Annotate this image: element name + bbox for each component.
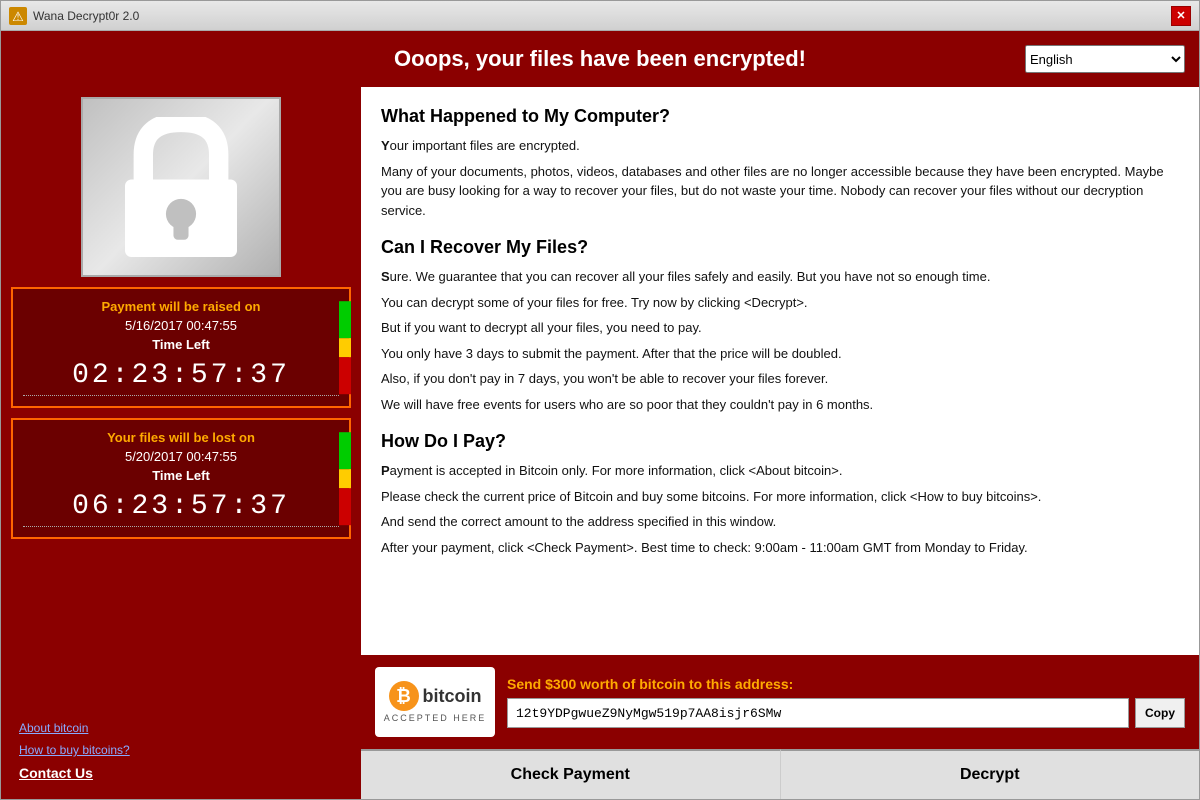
svg-text:⚠: ⚠ bbox=[12, 9, 24, 24]
right-panel: What Happened to My Computer? Your impor… bbox=[361, 87, 1199, 799]
section3-p1: Payment is accepted in Bitcoin only. For… bbox=[381, 461, 1179, 481]
bitcoin-right: Send $300 worth of bitcoin to this addre… bbox=[507, 676, 1185, 728]
bitcoin-logo-inner: ₿ bitcoin bbox=[389, 681, 482, 711]
lock-icon-container bbox=[81, 97, 281, 277]
main-window: ⚠ Wana Decrypt0r 2.0 ✕ Ooops, your files… bbox=[0, 0, 1200, 800]
section2-title: Can I Recover My Files? bbox=[381, 234, 1179, 261]
timer1-bar bbox=[339, 301, 351, 395]
title-bar-left: ⚠ Wana Decrypt0r 2.0 bbox=[9, 7, 139, 25]
section2-p5: Also, if you don't pay in 7 days, you wo… bbox=[381, 369, 1179, 389]
bar2-green bbox=[339, 432, 351, 469]
section2-p1: Sure. We guarantee that you can recover … bbox=[381, 267, 1179, 287]
bar-red bbox=[339, 357, 351, 394]
timer-box-2: Your files will be lost on 5/20/2017 00:… bbox=[11, 418, 351, 539]
how-to-buy-link[interactable]: How to buy bitcoins? bbox=[19, 743, 343, 757]
left-panel: Payment will be raised on 5/16/2017 00:4… bbox=[1, 87, 361, 799]
timer2-countdown: 06:23:57:37 bbox=[23, 487, 339, 527]
section1-p1: Your important files are encrypted. bbox=[381, 136, 1179, 156]
left-links: About bitcoin How to buy bitcoins? Conta… bbox=[11, 713, 351, 789]
section2-p6: We will have free events for users who a… bbox=[381, 395, 1179, 415]
lock-icon bbox=[111, 117, 251, 257]
bitcoin-text: bitcoin bbox=[423, 686, 482, 707]
bitcoin-accepted: ACCEPTED HERE bbox=[384, 713, 487, 723]
bar-green bbox=[339, 301, 351, 338]
section2-p4: You only have 3 days to submit the payme… bbox=[381, 344, 1179, 364]
bitcoin-logo: ₿ bitcoin ACCEPTED HERE bbox=[375, 667, 495, 737]
app-icon: ⚠ bbox=[9, 7, 27, 25]
main-content: Payment will be raised on 5/16/2017 00:4… bbox=[1, 87, 1199, 799]
bitcoin-bar: ₿ bitcoin ACCEPTED HERE Send $300 worth … bbox=[361, 655, 1199, 749]
copy-button[interactable]: Copy bbox=[1135, 698, 1185, 728]
action-bar: Check Payment Decrypt bbox=[361, 749, 1199, 799]
timer-box-1: Payment will be raised on 5/16/2017 00:4… bbox=[11, 287, 351, 408]
section1-p2: Many of your documents, photos, videos, … bbox=[381, 162, 1179, 221]
section3-title: How Do I Pay? bbox=[381, 428, 1179, 455]
timer2-time-label: Time Left bbox=[23, 468, 339, 483]
bitcoin-send-label: Send $300 worth of bitcoin to this addre… bbox=[507, 676, 1185, 692]
timer1-countdown: 02:23:57:37 bbox=[23, 356, 339, 396]
timer2-date: 5/20/2017 00:47:55 bbox=[23, 449, 339, 464]
section1-title: What Happened to My Computer? bbox=[381, 103, 1179, 130]
text-content: What Happened to My Computer? Your impor… bbox=[361, 87, 1199, 655]
bitcoin-symbol: ₿ bbox=[389, 681, 419, 711]
timer1-label: Payment will be raised on bbox=[23, 299, 339, 314]
timer2-label: Your files will be lost on bbox=[23, 430, 339, 445]
section3-p2: Please check the current price of Bitcoi… bbox=[381, 487, 1179, 507]
bar-yellow bbox=[339, 338, 351, 357]
language-select[interactable]: English Español Français Deutsch bbox=[1025, 45, 1185, 73]
section3-p4: After your payment, click <Check Payment… bbox=[381, 538, 1179, 558]
window-title: Wana Decrypt0r 2.0 bbox=[33, 9, 139, 23]
timer1-date: 5/16/2017 00:47:55 bbox=[23, 318, 339, 333]
bar2-yellow bbox=[339, 469, 351, 488]
bar2-red bbox=[339, 488, 351, 525]
section3-p3: And send the correct amount to the addre… bbox=[381, 512, 1179, 532]
about-bitcoin-link[interactable]: About bitcoin bbox=[19, 721, 343, 735]
title-bar: ⚠ Wana Decrypt0r 2.0 ✕ bbox=[1, 1, 1199, 31]
section2-p3: But if you want to decrypt all your file… bbox=[381, 318, 1179, 338]
header-bar: Ooops, your files have been encrypted! E… bbox=[1, 31, 1199, 87]
header-title: Ooops, your files have been encrypted! bbox=[175, 46, 1025, 72]
check-payment-button[interactable]: Check Payment bbox=[361, 749, 781, 799]
timer1-time-label: Time Left bbox=[23, 337, 339, 352]
section2-p2: You can decrypt some of your files for f… bbox=[381, 293, 1179, 313]
bitcoin-address-row: Copy bbox=[507, 698, 1185, 728]
decrypt-button[interactable]: Decrypt bbox=[781, 749, 1200, 799]
timer2-bar bbox=[339, 432, 351, 526]
bitcoin-address-input[interactable] bbox=[507, 698, 1129, 728]
contact-us-link[interactable]: Contact Us bbox=[19, 765, 343, 781]
close-button[interactable]: ✕ bbox=[1171, 6, 1191, 26]
